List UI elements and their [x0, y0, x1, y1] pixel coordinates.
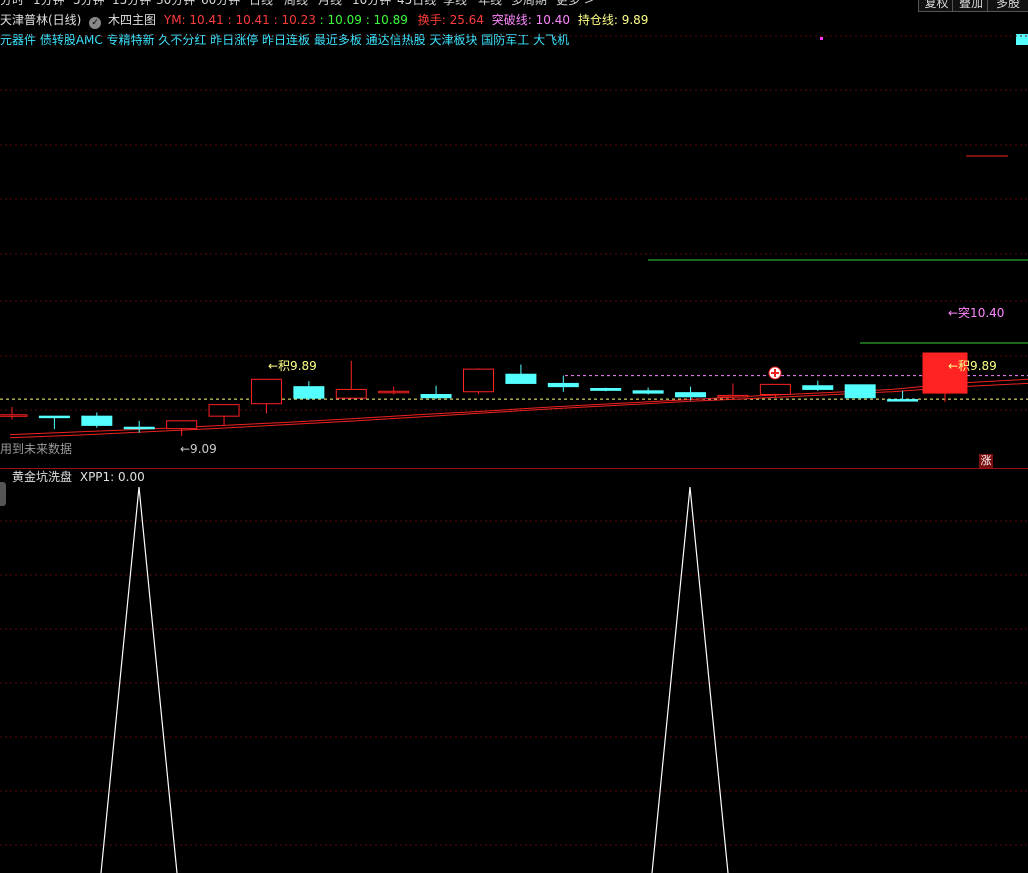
low-price-label: ←9.09: [180, 442, 217, 456]
candle-body-9: [378, 390, 410, 394]
candle-body-21: [887, 399, 919, 402]
candle-body-20: [844, 384, 876, 399]
hold-line-right-label: ←积9.89: [948, 359, 997, 373]
candle-body-15: [632, 390, 664, 394]
candle-body-13: [547, 382, 579, 388]
candle-body-14: [590, 388, 622, 391]
hold-line-left-label: ←积9.89: [268, 359, 317, 373]
sub-panel-tab[interactable]: [0, 482, 6, 506]
panel-separator[interactable]: [0, 468, 1028, 469]
candle-body-7: [293, 386, 325, 399]
candle-body-2: [81, 415, 113, 426]
xpp1-peak-1: [651, 486, 729, 873]
xpp1-peak-0: [100, 486, 178, 873]
candle-body-5: [208, 404, 240, 417]
kline-chart[interactable]: [0, 0, 1028, 873]
sub-indicator-name[interactable]: 黄金坑洗盘: [12, 470, 72, 484]
sub-panel-header: 黄金坑洗盘 XPP1: 0.00: [12, 469, 145, 485]
sub-indicator-value: XPP1: 0.00: [79, 470, 145, 484]
candle-body-12: [505, 373, 537, 384]
candle-body-0: [0, 414, 28, 417]
future-data-warning: 用到未来数据: [0, 442, 73, 456]
candle-body-18: [759, 383, 791, 396]
rise-badge: 涨: [979, 454, 993, 468]
candle-body-6: [250, 378, 282, 405]
candle-body-17: [717, 394, 749, 398]
candle-body-1: [38, 415, 70, 419]
candle-body-16: [675, 392, 707, 398]
candle-body-8: [335, 388, 367, 399]
candle-body-11: [463, 368, 494, 393]
candle-body-10: [420, 394, 452, 399]
breakout-line-label: ←突10.40: [948, 306, 1005, 320]
candle-body-3: [123, 426, 155, 430]
candle-body-4: [166, 420, 198, 430]
candle-body-19: [802, 385, 834, 390]
